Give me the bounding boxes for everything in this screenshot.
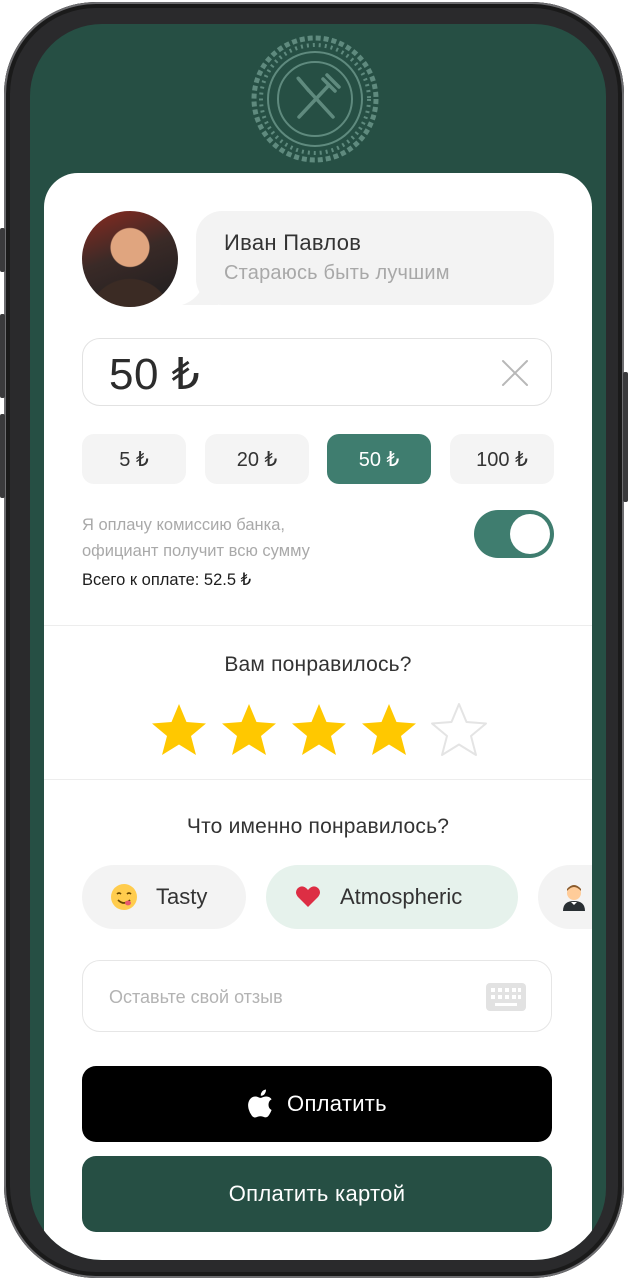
- review-field[interactable]: [82, 960, 552, 1032]
- tag-atmospheric[interactable]: Atmospheric: [266, 865, 518, 929]
- mute-switch: [0, 228, 5, 272]
- volume-up-button: [0, 314, 5, 398]
- fee-description-line1: Я оплачу комиссию банка,: [82, 516, 286, 534]
- card-pay-button[interactable]: Оплатить картой: [82, 1156, 552, 1232]
- phone-frame: Иван Павлов Стараюсь быть лучшим 50 ₺ 5 …: [0, 2, 628, 1278]
- tag-label: Tasty: [156, 884, 208, 909]
- star-filled-icon[interactable]: [150, 702, 208, 758]
- yum-face-emoji-icon: [111, 884, 137, 910]
- power-button: [623, 372, 628, 502]
- total-amount: Всего к оплате: 52.5 ₺: [82, 571, 252, 589]
- keyboard-icon[interactable]: [485, 981, 527, 1013]
- star-filled-icon[interactable]: [360, 702, 418, 758]
- clear-icon[interactable]: [501, 359, 529, 387]
- speech-bubble: [196, 211, 554, 305]
- divider: [44, 779, 592, 780]
- screen: Иван Павлов Стараюсь быть лучшим 50 ₺ 5 …: [30, 24, 606, 1260]
- tip-amount-value: 50 ₺: [109, 350, 201, 399]
- tip-amount-field[interactable]: 50 ₺: [82, 338, 552, 406]
- tip-preset-100[interactable]: 100 ₺: [450, 434, 554, 484]
- review-input[interactable]: [107, 981, 471, 1013]
- card-pay-label: Оплатить картой: [228, 1181, 406, 1206]
- star-filled-icon[interactable]: [290, 702, 348, 758]
- heart-emoji-icon: [296, 886, 320, 907]
- divider: [44, 625, 592, 626]
- tip-preset-5[interactable]: 5 ₺: [82, 434, 186, 484]
- tag-tasty[interactable]: Tasty: [82, 865, 246, 929]
- fee-description: Я оплачу комиссию банка, официант получи…: [82, 512, 310, 564]
- tag-service[interactable]: [538, 865, 592, 929]
- waiter-name: Иван Павлов: [224, 230, 362, 255]
- volume-down-button: [0, 414, 5, 498]
- restaurant-logo-icon: [251, 35, 379, 163]
- toggle-knob: [510, 514, 550, 554]
- tag-label: Atmospheric: [340, 884, 463, 909]
- tip-card: Иван Павлов Стараюсь быть лучшим 50 ₺ 5 …: [44, 173, 592, 1260]
- feedback-question: Что именно понравилось?: [186, 815, 450, 838]
- waiter-emoji-icon: [563, 885, 585, 911]
- fee-description-line2: официант получит всю сумму: [82, 542, 310, 560]
- pay-fee-toggle[interactable]: [474, 510, 554, 558]
- apple-pay-button[interactable]: Оплатить: [82, 1066, 552, 1142]
- waiter-avatar: [82, 211, 178, 307]
- star-filled-icon[interactable]: [220, 702, 278, 758]
- star-empty-icon[interactable]: [430, 702, 488, 758]
- tip-preset-20[interactable]: 20 ₺: [205, 434, 309, 484]
- apple-pay-label: Оплатить: [287, 1091, 387, 1116]
- apple-icon: [248, 1089, 272, 1118]
- waiter-status: Стараюсь быть лучшим: [224, 262, 450, 284]
- rating-question: Вам понравилось?: [224, 653, 412, 676]
- tip-preset-50[interactable]: 50 ₺: [327, 434, 431, 484]
